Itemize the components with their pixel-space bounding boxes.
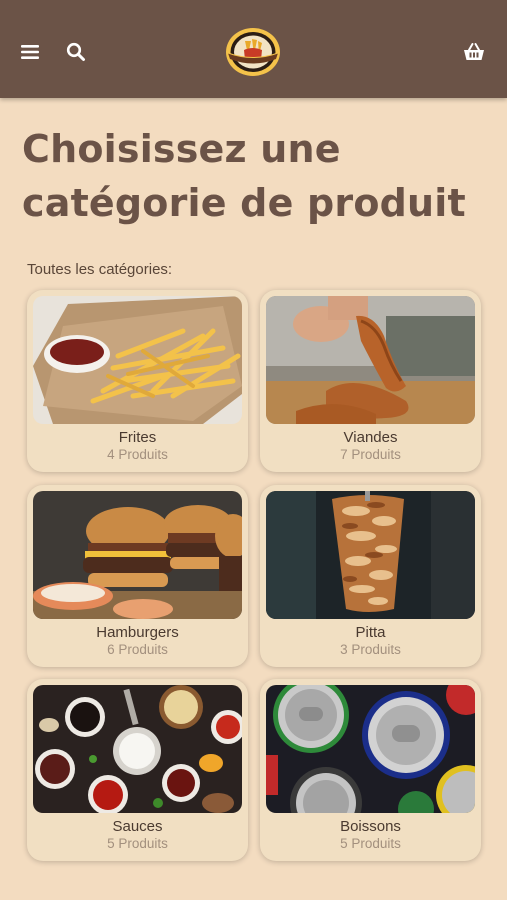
brand-logo[interactable] bbox=[224, 26, 282, 78]
category-name: Boissons bbox=[340, 818, 401, 835]
category-count: 3 Produits bbox=[340, 642, 401, 657]
category-name: Viandes bbox=[343, 429, 398, 446]
category-count: 5 Produits bbox=[340, 836, 401, 851]
category-count: 6 Produits bbox=[107, 642, 168, 657]
category-name: Hamburgers bbox=[96, 624, 179, 641]
category-name: Sauces bbox=[112, 818, 163, 835]
category-image-hamburgers bbox=[33, 491, 242, 619]
category-image-pitta bbox=[266, 491, 475, 619]
basket-icon[interactable] bbox=[462, 40, 486, 64]
category-card-hamburgers[interactable]: Hamburgers 6 Produits bbox=[27, 485, 248, 667]
category-card-pitta[interactable]: Pitta 3 Produits bbox=[260, 485, 481, 667]
category-card-boissons[interactable]: Boissons 5 Produits bbox=[260, 679, 481, 861]
category-name: Frites bbox=[118, 429, 157, 446]
category-image-sauces bbox=[33, 685, 242, 813]
category-image-frites bbox=[33, 296, 242, 424]
section-subtitle: Toutes les catégories: bbox=[27, 261, 173, 278]
category-count: 4 Produits bbox=[107, 447, 168, 462]
hamburger-menu-icon[interactable] bbox=[18, 40, 42, 64]
page-title: Choisissez une catégorie de produit bbox=[22, 127, 466, 225]
category-count: 7 Produits bbox=[340, 447, 401, 462]
category-image-viandes bbox=[266, 296, 475, 424]
category-card-viandes[interactable]: Viandes 7 Produits bbox=[260, 290, 481, 472]
app-header bbox=[0, 0, 507, 98]
search-icon[interactable] bbox=[64, 40, 88, 64]
category-card-frites[interactable]: Frites 4 Produits bbox=[27, 290, 248, 472]
category-image-boissons bbox=[266, 685, 475, 813]
category-card-sauces[interactable]: Sauces 5 Produits bbox=[27, 679, 248, 861]
category-name: Pitta bbox=[355, 624, 386, 641]
category-count: 5 Produits bbox=[107, 836, 168, 851]
